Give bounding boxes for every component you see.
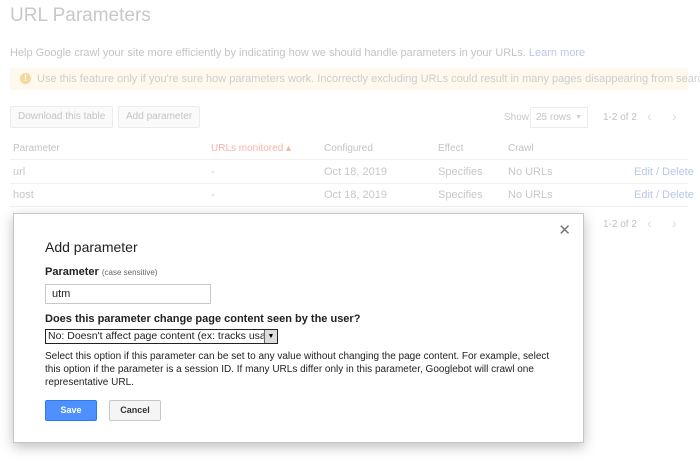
parameter-input[interactable] — [45, 284, 211, 304]
pagination-range: 1-2 of 2 — [603, 112, 637, 123]
edit-delete-link[interactable]: Edit / Delete — [634, 189, 694, 201]
page-title: URL Parameters — [10, 5, 151, 26]
help-text: Help Google crawl your site more efficie… — [10, 47, 585, 59]
add-parameter-button[interactable]: Add parameter — [118, 106, 201, 128]
cell-configured: Oct 18, 2019 — [324, 189, 387, 201]
divider — [10, 159, 688, 160]
header-effect[interactable]: Effect — [438, 143, 463, 154]
select-value: No: Doesn't affect page content (ex: tra… — [48, 330, 278, 342]
dropdown-arrow-icon[interactable]: ▼ — [264, 330, 277, 343]
option-description: Select this option if this parameter can… — [45, 351, 550, 388]
add-parameter-dialog: Add parameter ✕ Parameter (case sensitiv… — [13, 213, 584, 443]
cell-effect: Specifies — [438, 189, 483, 201]
show-label: Show — [504, 112, 530, 123]
divider — [10, 206, 688, 207]
cell-crawl: No URLs — [508, 166, 553, 178]
prev-page-icon[interactable]: ‹ — [647, 215, 652, 231]
help-description: Help Google crawl your site more efficie… — [10, 47, 526, 59]
cell-urls-monitored: - — [211, 189, 215, 201]
header-urls-monitored[interactable]: URLs monitored ▴ — [211, 143, 291, 154]
content-question-label: Does this parameter change page content … — [45, 313, 361, 325]
caret-down-icon: ▼ — [575, 114, 582, 121]
parameter-label-text: Parameter — [45, 266, 99, 278]
cancel-button[interactable]: Cancel — [109, 400, 161, 421]
next-page-icon[interactable]: › — [672, 215, 677, 231]
save-button[interactable]: Save — [45, 400, 97, 421]
prev-page-icon[interactable]: ‹ — [647, 108, 652, 124]
warning-text: Use this feature only if you're sure how… — [37, 73, 700, 85]
rows-per-page-select[interactable]: 25 rows ▼ — [530, 107, 588, 128]
pagination-range-bottom: 1-2 of 2 — [603, 219, 637, 230]
close-icon[interactable]: ✕ — [558, 223, 571, 238]
warning-icon: ! — [20, 73, 31, 84]
warning-banner: ! Use this feature only if you're sure h… — [10, 68, 700, 90]
rows-value: 25 rows — [536, 112, 572, 123]
edit-delete-link[interactable]: Edit / Delete — [634, 166, 694, 178]
parameter-label: Parameter (case sensitive) — [45, 266, 157, 278]
content-effect-select[interactable]: No: Doesn't affect page content (ex: tra… — [45, 329, 278, 344]
cell-crawl: No URLs — [508, 189, 553, 201]
cell-effect: Specifies — [438, 166, 483, 178]
learn-more-link[interactable]: Learn more — [529, 47, 585, 59]
header-crawl[interactable]: Crawl — [508, 143, 534, 154]
header-configured[interactable]: Configured — [324, 143, 373, 154]
cell-urls-monitored: - — [211, 166, 215, 178]
download-table-button[interactable]: Download this table — [10, 106, 114, 128]
next-page-icon[interactable]: › — [672, 108, 677, 124]
dialog-title: Add parameter — [45, 239, 138, 255]
cell-configured: Oct 18, 2019 — [324, 166, 387, 178]
case-sensitive-hint: (case sensitive) — [101, 268, 158, 277]
cell-parameter: url — [13, 166, 26, 178]
divider — [10, 183, 688, 184]
header-parameter[interactable]: Parameter — [13, 143, 60, 154]
cell-parameter: host — [13, 189, 34, 201]
